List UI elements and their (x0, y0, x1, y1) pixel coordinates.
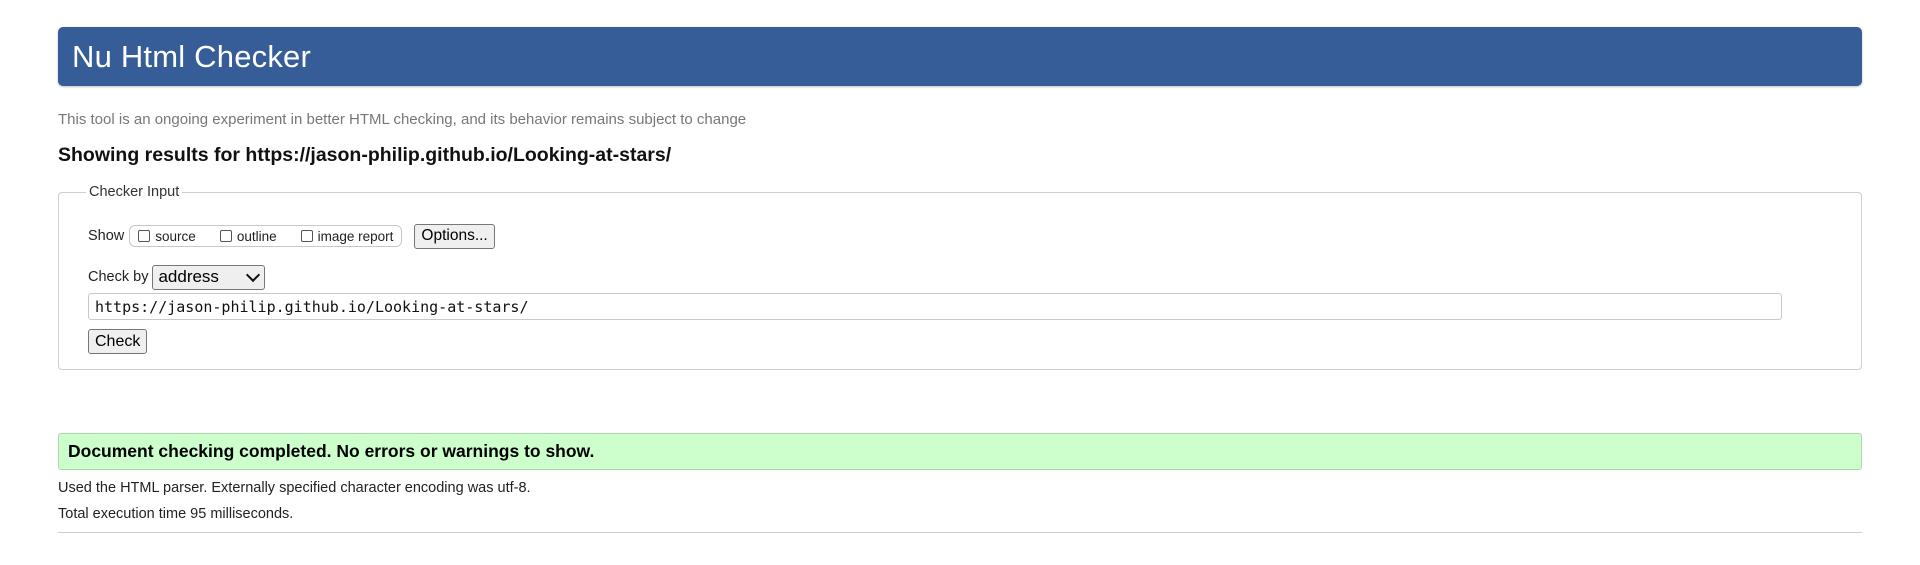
result-message: Document checking completed. No errors o… (68, 441, 595, 461)
outline-checkbox[interactable] (219, 230, 232, 242)
url-input-value: https://jason-philip.github.io/Looking-a… (95, 297, 529, 316)
image-report-checkbox[interactable] (300, 230, 313, 242)
parser-info: Used the HTML parser. Externally specifi… (58, 480, 531, 496)
show-options-row: Show source outline image report Options… (88, 223, 495, 249)
outline-checkbox-label: outline (236, 228, 277, 244)
options-button[interactable]: Options... (414, 223, 495, 249)
show-outline-option[interactable]: outline (219, 228, 277, 244)
url-input[interactable]: https://jason-philip.github.io/Looking-a… (88, 293, 1782, 320)
header-bar: Nu Html Checker (58, 27, 1862, 86)
result-success-banner: Document checking completed. No errors o… (58, 433, 1862, 470)
source-checkbox-label: source (155, 228, 196, 244)
results-heading: Showing results for https://jason-philip… (58, 144, 672, 166)
check-by-row: Check by address (88, 264, 266, 290)
page: Nu Html Checker This tool is an ongoing … (0, 0, 1920, 565)
tool-description: This tool is an ongoing experiment in be… (58, 111, 747, 128)
show-source-option[interactable]: source (138, 229, 196, 244)
image-report-checkbox-label: image report (317, 228, 394, 244)
show-options-group: source outline image report (129, 225, 403, 247)
check-by-select[interactable]: address (152, 264, 266, 290)
check-button[interactable]: Check (88, 329, 148, 354)
check-by-selected-value: address (158, 267, 219, 286)
page-title: Nu Html Checker (72, 38, 311, 74)
checker-input-fieldset: Checker Input Show source outline image … (58, 184, 1862, 370)
execution-time-info: Total execution time 95 milliseconds. (58, 506, 294, 522)
source-checkbox[interactable] (138, 230, 151, 242)
show-label: Show (88, 228, 125, 244)
chevron-down-icon (246, 267, 261, 282)
footer-divider (58, 532, 1862, 533)
check-by-label: Check by (88, 269, 149, 285)
show-image-report-option[interactable]: image report (300, 228, 394, 244)
checker-input-legend: Checker Input (86, 184, 183, 200)
